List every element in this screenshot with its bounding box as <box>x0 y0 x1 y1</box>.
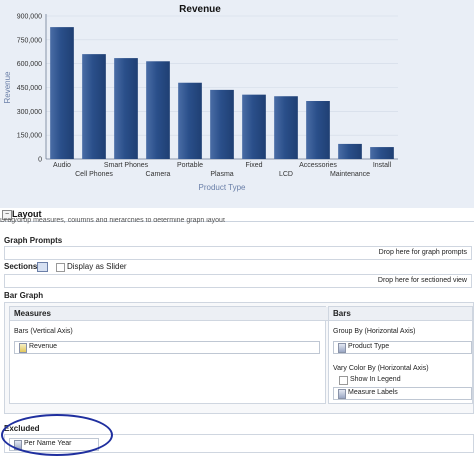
x-tick-label: Fixed <box>245 162 262 169</box>
y-axis-label: Revenue <box>3 71 12 104</box>
group-by-pill[interactable]: Product Type <box>333 341 472 354</box>
measures-title: Measures <box>10 307 329 321</box>
x-tick-label: Portable <box>177 162 203 169</box>
x-tick-label: Plasma <box>210 171 233 178</box>
bars-title: Bars <box>329 307 472 321</box>
revenue-chart: 0150,000300,000450,000600,000750,000900,… <box>3 14 398 192</box>
chart-title: Revenue <box>179 4 221 15</box>
x-tick-label: Audio <box>53 162 71 169</box>
group-by-pill-label: Product Type <box>348 343 390 350</box>
bar <box>82 54 106 160</box>
vary-color-pill-label: Measure Labels <box>348 389 398 396</box>
x-tick-label: Smart Phones <box>104 162 149 169</box>
bars-panel[interactable]: Bars Group By (Horizontal Axis) Product … <box>328 306 473 404</box>
x-tick-label: Maintenance <box>330 171 370 178</box>
graph-prompts-title: Graph Prompts <box>4 236 63 245</box>
show-in-legend-label: Show In Legend <box>350 376 401 383</box>
bar-graph-title: Bar Graph <box>4 291 44 300</box>
y-tick-label: 450,000 <box>17 85 42 92</box>
x-tick-label: Accessories <box>299 162 337 169</box>
bar-graph-panel: Measures Bars (Vertical Axis) Revenue Ba… <box>4 302 474 414</box>
bar <box>306 101 330 159</box>
sections-title: Sections <box>4 262 38 271</box>
display-as-slider-label: Display as Slider <box>67 262 127 271</box>
x-tick-label: Cell Phones <box>75 171 113 178</box>
graph-prompts-drop-text: Drop here for graph prompts <box>378 249 467 256</box>
highlight-ellipse <box>1 414 113 456</box>
x-tick-label: Camera <box>146 171 171 178</box>
group-by-column-icon <box>338 343 346 353</box>
measure-pill[interactable]: Revenue <box>14 341 320 354</box>
display-as-slider-checkbox[interactable] <box>56 263 65 272</box>
measures-axis-label: Bars (Vertical Axis) <box>14 328 73 335</box>
x-axis-label: Product Type <box>199 183 247 192</box>
y-tick-label: 600,000 <box>17 61 42 68</box>
y-tick-label: 0 <box>38 157 42 164</box>
bar <box>274 96 298 159</box>
y-tick-label: 150,000 <box>17 133 42 140</box>
sections-drop-text: Drop here for sectioned view <box>377 277 467 284</box>
vary-color-label: Vary Color By (Horizontal Axis) <box>333 365 429 372</box>
show-in-legend-checkbox[interactable] <box>339 376 348 385</box>
y-tick-label: 300,000 <box>17 109 42 116</box>
y-tick-label: 750,000 <box>17 37 42 44</box>
layout-hint: Drag/drop measures, columns and hierarch… <box>0 218 225 224</box>
group-by-label: Group By (Horizontal Axis) <box>333 328 416 335</box>
chart-panel: 0 150,000 300,000 450,000 600,000 750,000 900,… <box>0 0 474 209</box>
bar <box>50 27 74 159</box>
measure-column-icon <box>19 343 27 353</box>
x-tick-label: LCD <box>279 171 293 178</box>
bar <box>210 89 234 159</box>
bar <box>146 61 170 159</box>
vary-color-column-icon <box>338 389 346 399</box>
measure-pill-label: Revenue <box>29 343 58 350</box>
x-tick-label: Install <box>373 162 392 169</box>
graph-prompts-dropzone[interactable]: Drop here for graph prompts <box>4 246 472 260</box>
sections-dropzone[interactable]: Drop here for sectioned view <box>4 274 472 288</box>
measures-panel[interactable]: Measures Bars (Vertical Axis) Revenue <box>9 306 329 404</box>
sections-grid-icon[interactable] <box>37 262 48 272</box>
bar <box>114 58 138 159</box>
bar <box>370 147 394 159</box>
bar <box>242 94 266 159</box>
bar <box>178 82 202 159</box>
vary-color-pill[interactable]: Measure Labels <box>333 387 472 400</box>
bar <box>338 143 362 159</box>
